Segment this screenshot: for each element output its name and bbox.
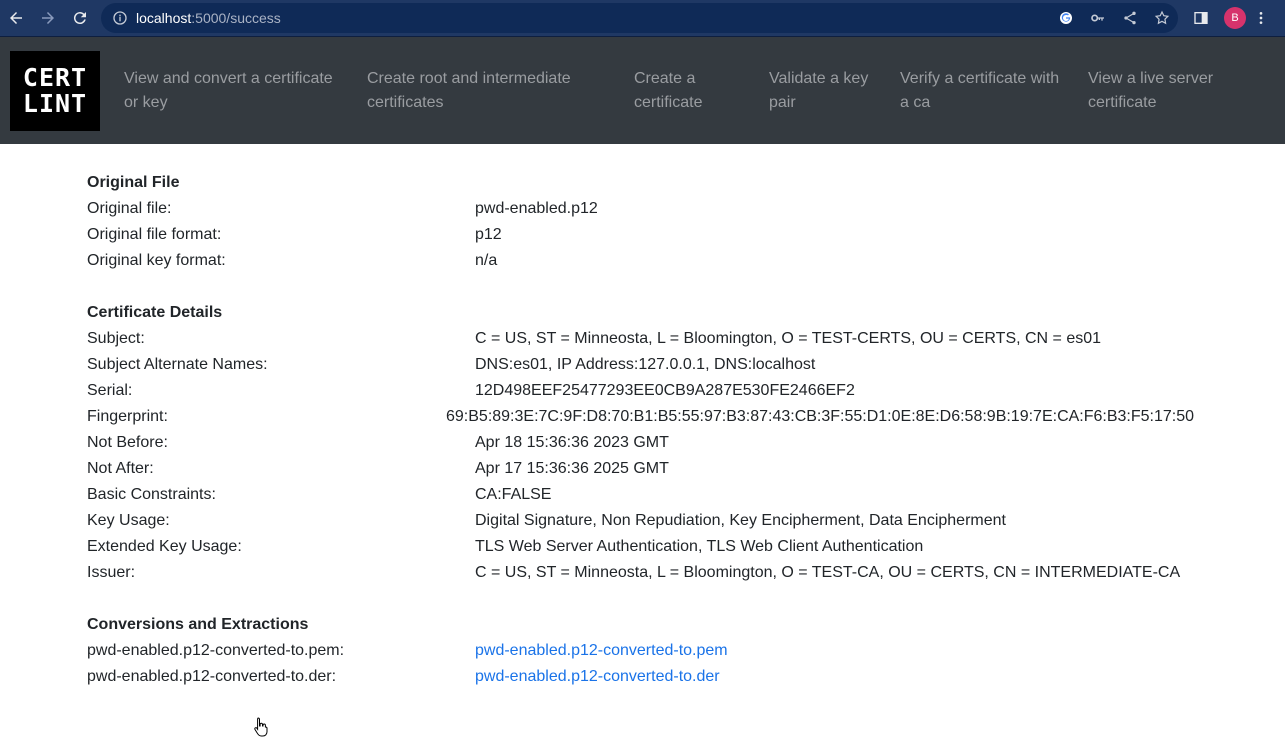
side-panel-icon xyxy=(1194,12,1208,24)
conversion-row: pwd-enabled.p12-converted-to.der: pwd-ena… xyxy=(87,664,1207,690)
row-label: pwd-enabled.p12-converted-to.pem: xyxy=(87,642,345,659)
row-label: Original file: xyxy=(87,200,172,217)
certlint-logo[interactable]: CERT LINT xyxy=(10,51,100,131)
nav-link-text: certificates xyxy=(367,94,444,111)
row-label: Basic Constraints: xyxy=(87,486,216,503)
url-host: localhost xyxy=(136,10,192,26)
nav-link-text: or key xyxy=(124,94,168,111)
nav-link-text: Create a xyxy=(634,70,696,87)
row-value: TLS Web Server Authentication, TLS Web C… xyxy=(475,538,924,555)
nav-link-text: a ca xyxy=(900,94,931,111)
row-label: Not Before: xyxy=(87,434,168,451)
row-value: Apr 17 15:36:36 2025 GMT xyxy=(475,460,669,477)
detail-row: Not After: Apr 17 15:36:36 2025 GMT xyxy=(87,456,1207,482)
detail-row: Original key format: n/a xyxy=(87,248,1207,274)
nav-link-text: certificate xyxy=(1088,94,1157,111)
conversion-row: pwd-enabled.p12-converted-to.pem: pwd-ena… xyxy=(87,638,1207,664)
row-value: C = US, ST = Minneosta, L = Bloomington,… xyxy=(475,330,1102,347)
nav-link-live-server[interactable]: View a live server certificate xyxy=(1088,67,1213,115)
arrow-left-icon xyxy=(10,12,22,24)
google-lens-button[interactable] xyxy=(1050,3,1082,33)
nav-link-verify-with-ca[interactable]: Verify a certificate with a ca xyxy=(900,67,1059,115)
nav-link-text: certificate xyxy=(634,94,703,111)
nav-link-create-root[interactable]: Create root and intermediate certificates xyxy=(367,67,571,115)
row-label: Extended Key Usage: xyxy=(87,538,242,555)
detail-row: Original file format: p12 xyxy=(87,222,1207,248)
nav-link-text: View a live server xyxy=(1088,70,1214,87)
row-value: DNS:es01, IP Address:127.0.0.1, DNS:loca… xyxy=(475,356,816,373)
section-title-conversions: Conversions and Extractions xyxy=(87,616,309,633)
profile-avatar[interactable]: B xyxy=(1224,7,1246,29)
side-panel-button[interactable] xyxy=(1186,3,1216,33)
logo-line-2: LINT xyxy=(22,89,88,118)
nav-link-view-convert[interactable]: View and convert a certificate or key xyxy=(124,67,333,115)
key-icon xyxy=(1091,14,1104,22)
detail-row: Issuer: C = US, ST = Minneosta, L = Bloom… xyxy=(87,560,1207,586)
detail-row: Original file: pwd-enabled.p12 xyxy=(87,196,1207,222)
row-value: p12 xyxy=(475,226,502,243)
forward-button[interactable] xyxy=(32,2,64,34)
nav-link-text: Create root and intermediate xyxy=(367,70,571,87)
row-value: CA:FALSE xyxy=(475,486,552,503)
mouse-pointer-icon xyxy=(254,717,268,737)
reload-icon xyxy=(73,12,86,25)
arrow-right-icon xyxy=(42,12,54,24)
app-navbar: CERT LINT View and convert a certificate… xyxy=(0,37,1285,144)
bookmark-button[interactable] xyxy=(1146,3,1178,33)
detail-row: Subject Alternate Names: DNS:es01, IP Add… xyxy=(87,352,1207,378)
row-label: Subject: xyxy=(87,330,145,347)
address-bar[interactable]: localhost:5000/success xyxy=(101,3,1178,33)
logo-line-1: CERT xyxy=(22,63,88,92)
result-content: Original File Original file: pwd-enabled.… xyxy=(87,170,1207,690)
detail-row: Extended Key Usage: TLS Web Server Authen… xyxy=(87,534,1207,560)
row-value: 12D498EEF25477293EE0CB9A287E530FE2466EF2 xyxy=(475,382,855,399)
row-label: Fingerprint: xyxy=(87,408,168,425)
password-key-button[interactable] xyxy=(1082,3,1114,33)
detail-row: Key Usage: Digital Signature, Non Repudia… xyxy=(87,508,1207,534)
row-label: Original key format: xyxy=(87,252,226,269)
download-pem-link[interactable]: pwd-enabled.p12-converted-to.pem xyxy=(475,642,728,659)
url-text[interactable]: localhost:5000/success xyxy=(136,10,281,26)
row-label: Original file format: xyxy=(87,226,222,243)
nav-link-text: View and convert a certificate xyxy=(124,70,333,87)
browser-menu-button[interactable] xyxy=(1246,3,1276,33)
star-icon xyxy=(1154,10,1170,25)
nav-link-text: Validate a key xyxy=(769,70,869,87)
row-value: Apr 18 15:36:36 2023 GMT xyxy=(475,434,669,451)
section-title-certificate-details: Certificate Details xyxy=(87,304,223,321)
detail-row: Basic Constraints: CA:FALSE xyxy=(87,482,1207,508)
row-value: n/a xyxy=(475,252,498,269)
browser-toolbar: localhost:5000/success B xyxy=(0,0,1285,37)
url-path: :5000/success xyxy=(191,10,281,26)
more-vert-icon xyxy=(1259,12,1263,24)
row-label: Issuer: xyxy=(87,564,136,581)
nav-link-validate-key-pair[interactable]: Validate a key pair xyxy=(769,67,868,115)
row-label: Key Usage: xyxy=(87,512,170,529)
row-label: Not After: xyxy=(87,460,154,477)
detail-row: Subject: C = US, ST = Minneosta, L = Bloo… xyxy=(87,326,1207,352)
row-value: C = US, ST = Minneosta, L = Bloomington,… xyxy=(475,564,1181,581)
row-label: Subject Alternate Names: xyxy=(87,356,268,373)
nav-link-create-certificate[interactable]: Create a certificate xyxy=(634,67,702,115)
section-title-original-file: Original File xyxy=(87,174,180,191)
nav-link-text: Verify a certificate with xyxy=(900,70,1060,87)
detail-row: Fingerprint: 69:B5:89:3E:7C:9F:D8:70:B1:B… xyxy=(87,404,1207,430)
info-icon[interactable] xyxy=(112,10,128,26)
share-button[interactable] xyxy=(1114,3,1146,33)
detail-row: Not Before: Apr 18 15:36:36 2023 GMT xyxy=(87,430,1207,456)
row-label: pwd-enabled.p12-converted-to.der: xyxy=(87,668,337,685)
back-button[interactable] xyxy=(0,2,32,34)
nav-link-text: pair xyxy=(769,94,796,111)
share-icon xyxy=(1124,11,1136,25)
row-value: Digital Signature, Non Repudiation, Key … xyxy=(475,512,1006,529)
google-icon xyxy=(1060,12,1072,24)
detail-row: Serial: 12D498EEF25477293EE0CB9A287E530FE… xyxy=(87,378,1207,404)
download-der-link[interactable]: pwd-enabled.p12-converted-to.der xyxy=(475,668,720,685)
row-value: pwd-enabled.p12 xyxy=(475,200,598,217)
row-label: Serial: xyxy=(87,382,133,399)
fingerprint-value: 69:B5:89:3E:7C:9F:D8:70:B1:B5:55:97:B3:8… xyxy=(446,408,1195,425)
reload-button[interactable] xyxy=(64,2,96,34)
